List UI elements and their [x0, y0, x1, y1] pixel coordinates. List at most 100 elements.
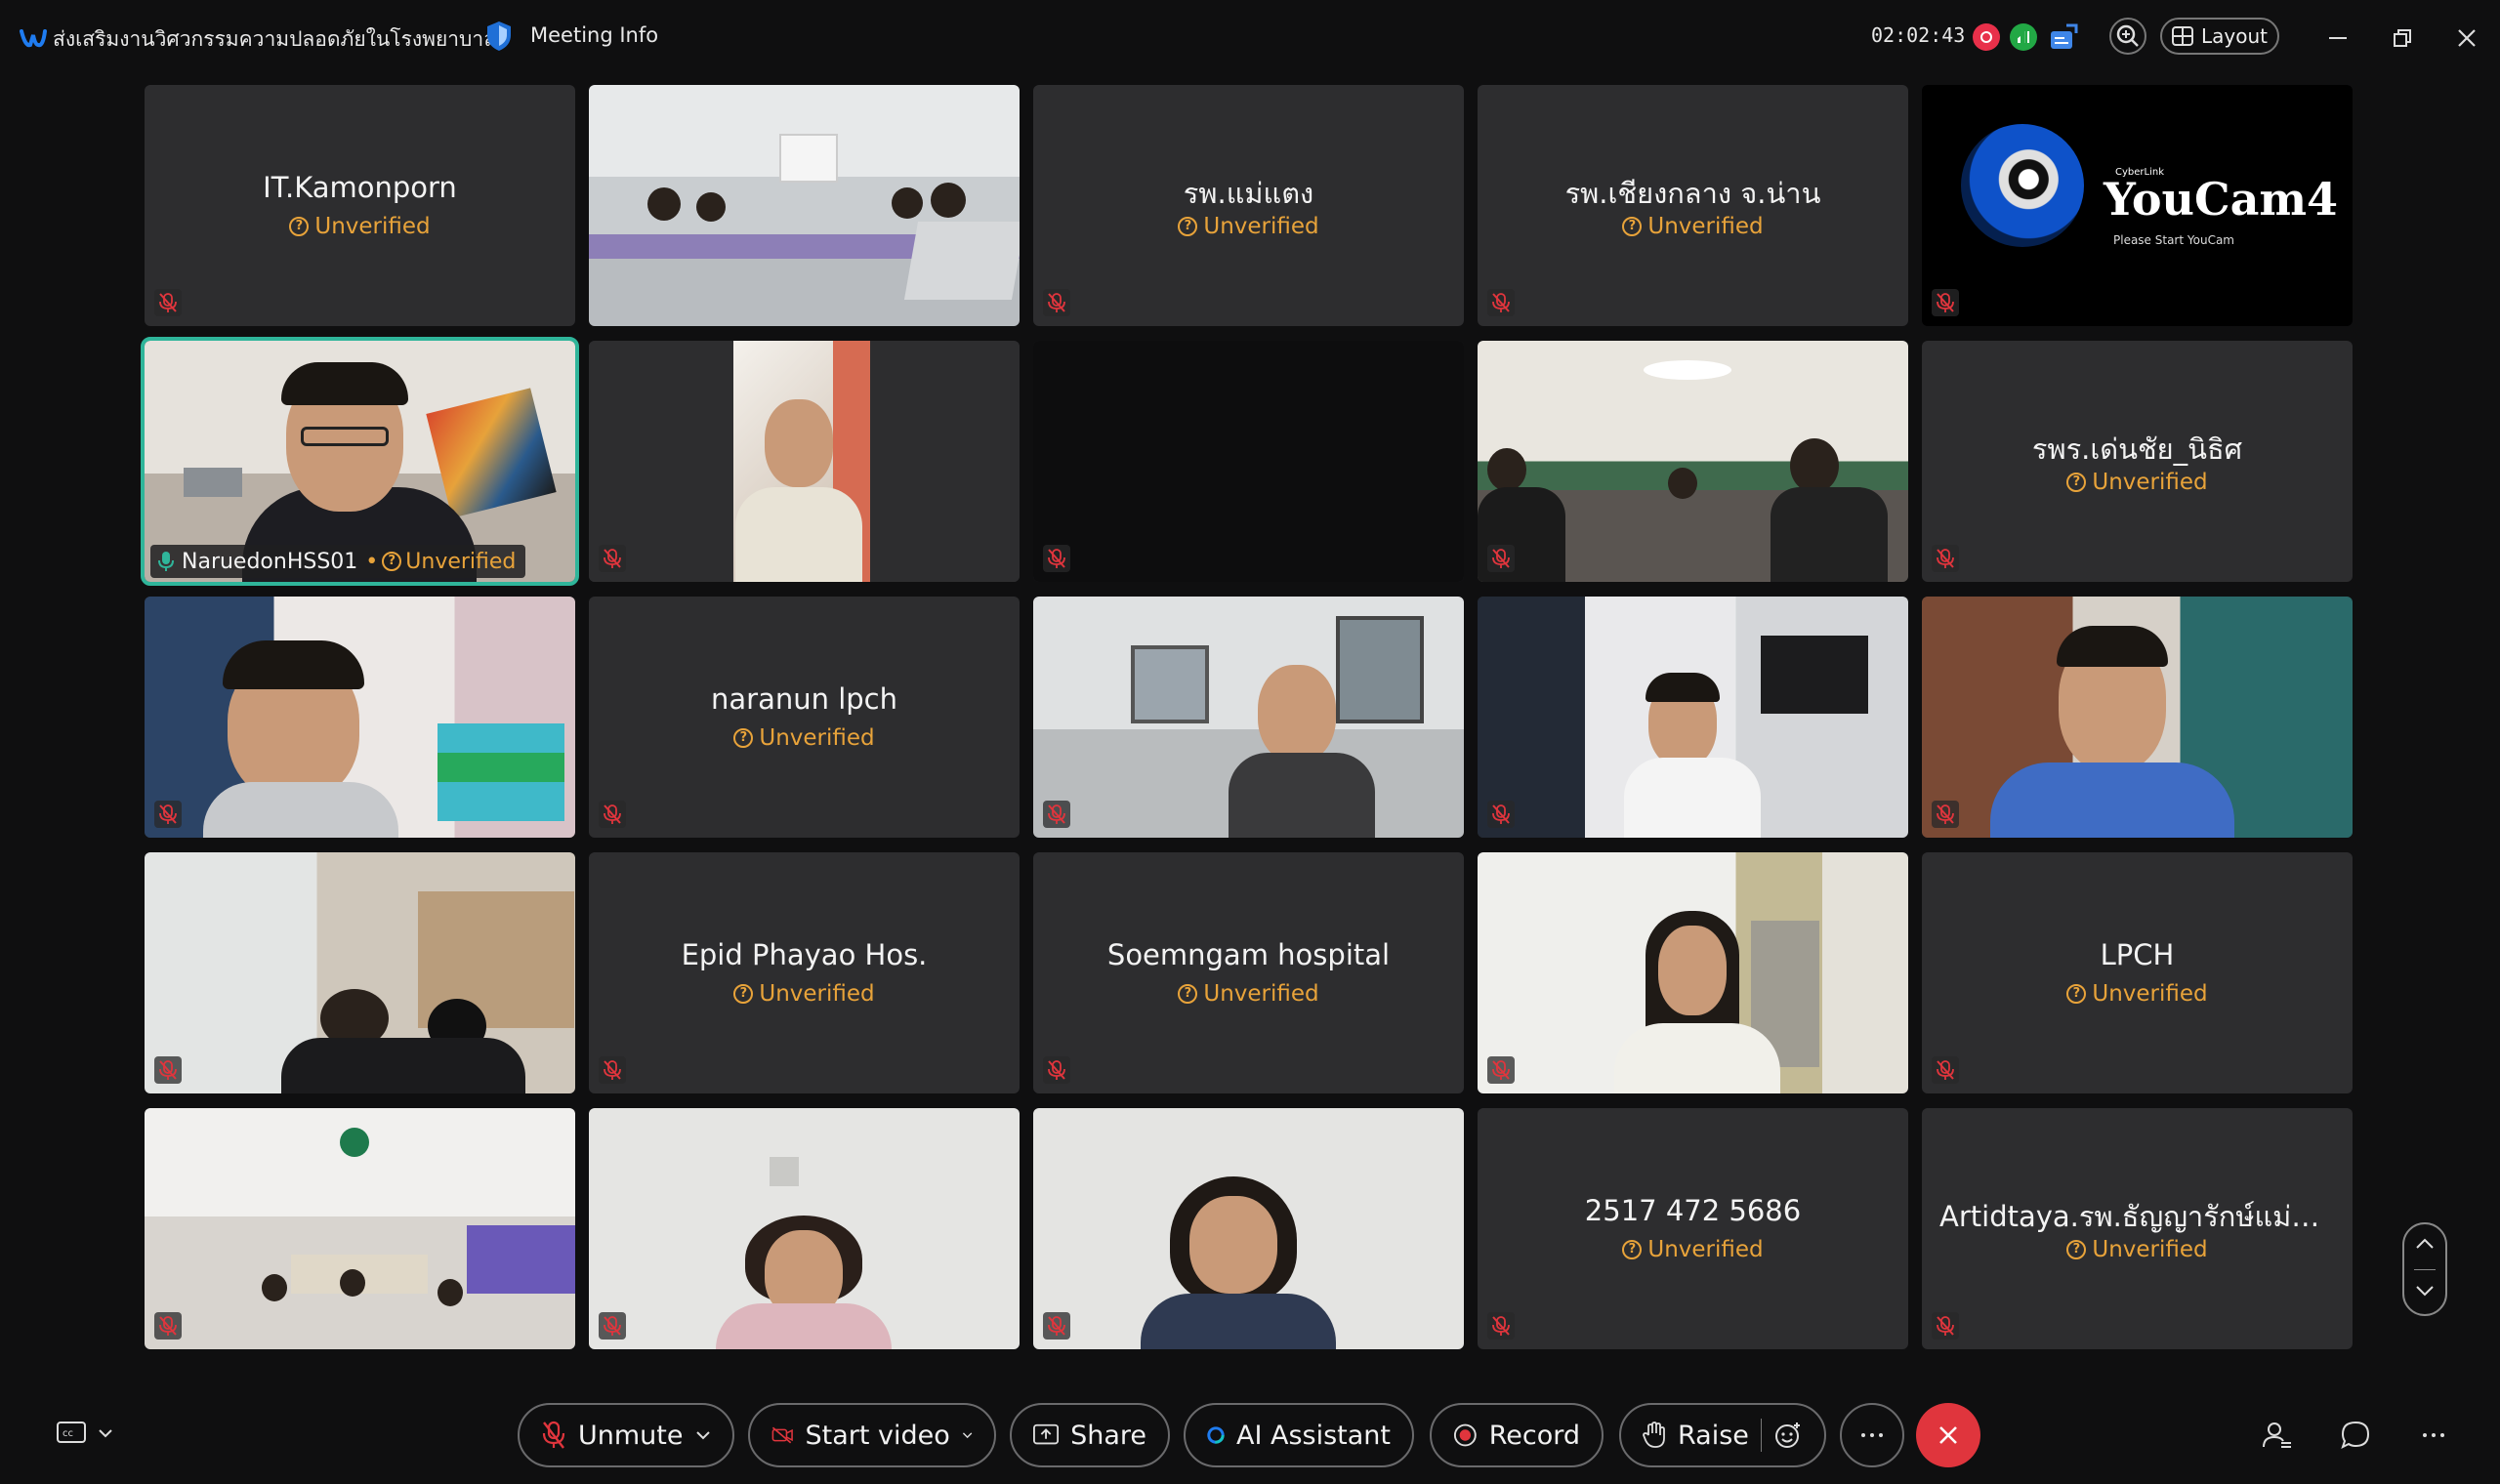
participant-name: Soemngam hospital — [1106, 938, 1391, 971]
participant-tile[interactable]: รพ.เชียงกลาง จ.น่าน ? Unverified — [1478, 85, 1908, 326]
participant-tile[interactable] — [1033, 597, 1464, 838]
video-feed — [589, 85, 1020, 326]
video-feed — [1478, 341, 1908, 582]
unverified-icon: ? — [733, 984, 754, 1004]
participant-tile[interactable]: LPCH ? Unverified — [1922, 852, 2353, 1093]
youcam-subtitle: Please Start YouCam — [2113, 233, 2234, 247]
content-share-icon[interactable] — [2049, 23, 2078, 51]
participant-name: Epid Phayao Hos. — [681, 938, 928, 971]
ellipsis-icon — [2423, 1433, 2444, 1437]
participant-tile[interactable] — [1478, 597, 1908, 838]
participant-tile[interactable] — [1922, 597, 2353, 838]
participant-tile[interactable] — [145, 1108, 575, 1349]
participant-tile[interactable] — [1033, 341, 1464, 582]
participant-tile[interactable]: Artidtaya.รพ.ธัญญารักษ์แม่ฮ่อ... ? Unveri… — [1922, 1108, 2353, 1349]
minimize-icon[interactable] — [2318, 20, 2357, 57]
close-window-icon[interactable] — [2447, 20, 2486, 57]
participant-tile[interactable] — [1033, 1108, 1464, 1349]
participant-tile[interactable]: Epid Phayao Hos. ? Unverified — [589, 852, 1020, 1093]
muted-mic-icon — [154, 289, 182, 316]
muted-mic-icon — [154, 1056, 182, 1084]
participants-icon — [2263, 1422, 2291, 1448]
participant-tile[interactable]: รพ.แม่แตง ? Unverified — [1033, 85, 1464, 326]
meeting-controls: cc Unmute Start video Share AI Assistant… — [0, 1386, 2500, 1484]
grid-page-scroller[interactable] — [2402, 1222, 2447, 1316]
shield-icon[interactable] — [485, 20, 513, 53]
chevron-down-icon[interactable] — [962, 1430, 973, 1440]
layout-label: Layout — [2201, 24, 2268, 48]
unverified-badge: ? Unverified — [589, 981, 1020, 1007]
muted-mic-icon — [1043, 1312, 1070, 1340]
raise-label: Raise — [1678, 1420, 1749, 1451]
unverified-badge: ? Unverified — [1478, 214, 1908, 239]
participant-tile[interactable]: CyberLink YouCam4 Please Start YouCam — [1922, 85, 2353, 326]
unverified-icon: ? — [289, 217, 310, 236]
ai-assistant-label: AI Assistant — [1235, 1420, 1391, 1451]
participant-tile[interactable]: Soemngam hospital ? Unverified — [1033, 852, 1464, 1093]
participant-tile[interactable]: IT.Kamonporn ? Unverified — [145, 85, 575, 326]
raise-hand-button[interactable]: Raise — [1619, 1403, 1826, 1467]
participant-name: IT.Kamonporn — [263, 171, 457, 204]
participant-tile[interactable] — [1478, 852, 1908, 1093]
network-status-icon[interactable] — [2010, 23, 2037, 51]
start-video-button[interactable]: Start video — [748, 1403, 996, 1467]
unverified-badge: • ? Unverified — [365, 549, 517, 574]
meeting-info-link[interactable]: Meeting Info — [530, 23, 658, 47]
close-icon — [1939, 1426, 1957, 1444]
participant-tile[interactable] — [145, 597, 575, 838]
participants-button[interactable] — [2258, 1416, 2297, 1455]
participant-tile[interactable]: รพร.เด่นชัย_นิธิศ ? Unverified — [1922, 341, 2353, 582]
participant-tile[interactable] — [145, 852, 575, 1093]
participant-tile[interactable]: 2517 472 5686 ? Unverified — [1478, 1108, 1908, 1349]
svg-text:cc: cc — [62, 1428, 73, 1439]
muted-mic-icon — [599, 1056, 626, 1084]
participant-name: LPCH — [2100, 938, 2175, 971]
participant-tile[interactable] — [1478, 341, 1908, 582]
participant-name: รพ.เชียงกลาง จ.น่าน — [1564, 177, 1821, 210]
chat-button[interactable] — [2336, 1416, 2375, 1455]
more-panels-button[interactable] — [2414, 1416, 2453, 1455]
closed-captions-button[interactable]: cc — [57, 1422, 113, 1445]
chevron-up-icon[interactable] — [2415, 1238, 2435, 1250]
webcam-logo-icon — [1961, 124, 2084, 247]
muted-mic-icon — [599, 1312, 626, 1340]
share-button[interactable]: Share — [1010, 1403, 1170, 1467]
youcam-title: YouCam4 — [2104, 173, 2339, 226]
muted-mic-icon — [1043, 801, 1070, 828]
restore-icon[interactable] — [2383, 20, 2422, 57]
participant-tile[interactable] — [589, 1108, 1020, 1349]
unmute-button[interactable]: Unmute — [518, 1403, 734, 1467]
participant-name: naranun lpch — [711, 682, 897, 716]
zoom-icon[interactable] — [2109, 18, 2146, 55]
chevron-down-icon[interactable] — [2415, 1285, 2435, 1297]
participant-name: 2517 472 5686 — [1584, 1194, 1802, 1227]
ai-assistant-button[interactable]: AI Assistant — [1184, 1403, 1414, 1467]
mic-muted-icon — [542, 1421, 565, 1449]
muted-mic-icon — [1487, 1312, 1515, 1340]
video-feed — [145, 852, 575, 1093]
unverified-badge: ? Unverified — [145, 214, 575, 239]
recording-status-icon[interactable] — [1973, 23, 2000, 51]
muted-mic-icon — [154, 801, 182, 828]
participant-tile[interactable] — [589, 341, 1020, 582]
participant-tile[interactable]: naranun lpch ? Unverified — [589, 597, 1020, 838]
muted-mic-icon — [599, 801, 626, 828]
active-speaker-tile[interactable]: NaruedonHSS01 • ? Unverified — [141, 337, 579, 586]
reactions-icon[interactable] — [1773, 1421, 1803, 1450]
chevron-down-icon[interactable] — [695, 1430, 711, 1440]
muted-mic-icon — [1932, 1312, 1959, 1340]
chat-icon — [2341, 1421, 2370, 1449]
record-icon — [1453, 1423, 1477, 1447]
record-button[interactable]: Record — [1430, 1403, 1604, 1467]
unverified-icon: ? — [382, 552, 402, 571]
participant-tile[interactable] — [589, 85, 1020, 326]
end-meeting-button[interactable] — [1916, 1403, 1980, 1467]
video-feed — [589, 1108, 1020, 1349]
muted-mic-icon — [1932, 545, 1959, 572]
unverified-badge: ? Unverified — [1033, 214, 1464, 239]
more-options-button[interactable] — [1840, 1403, 1904, 1467]
video-feed — [1478, 597, 1908, 838]
layout-button[interactable]: Layout — [2160, 18, 2279, 55]
muted-mic-icon — [1932, 801, 1959, 828]
muted-mic-icon — [1932, 289, 1959, 316]
